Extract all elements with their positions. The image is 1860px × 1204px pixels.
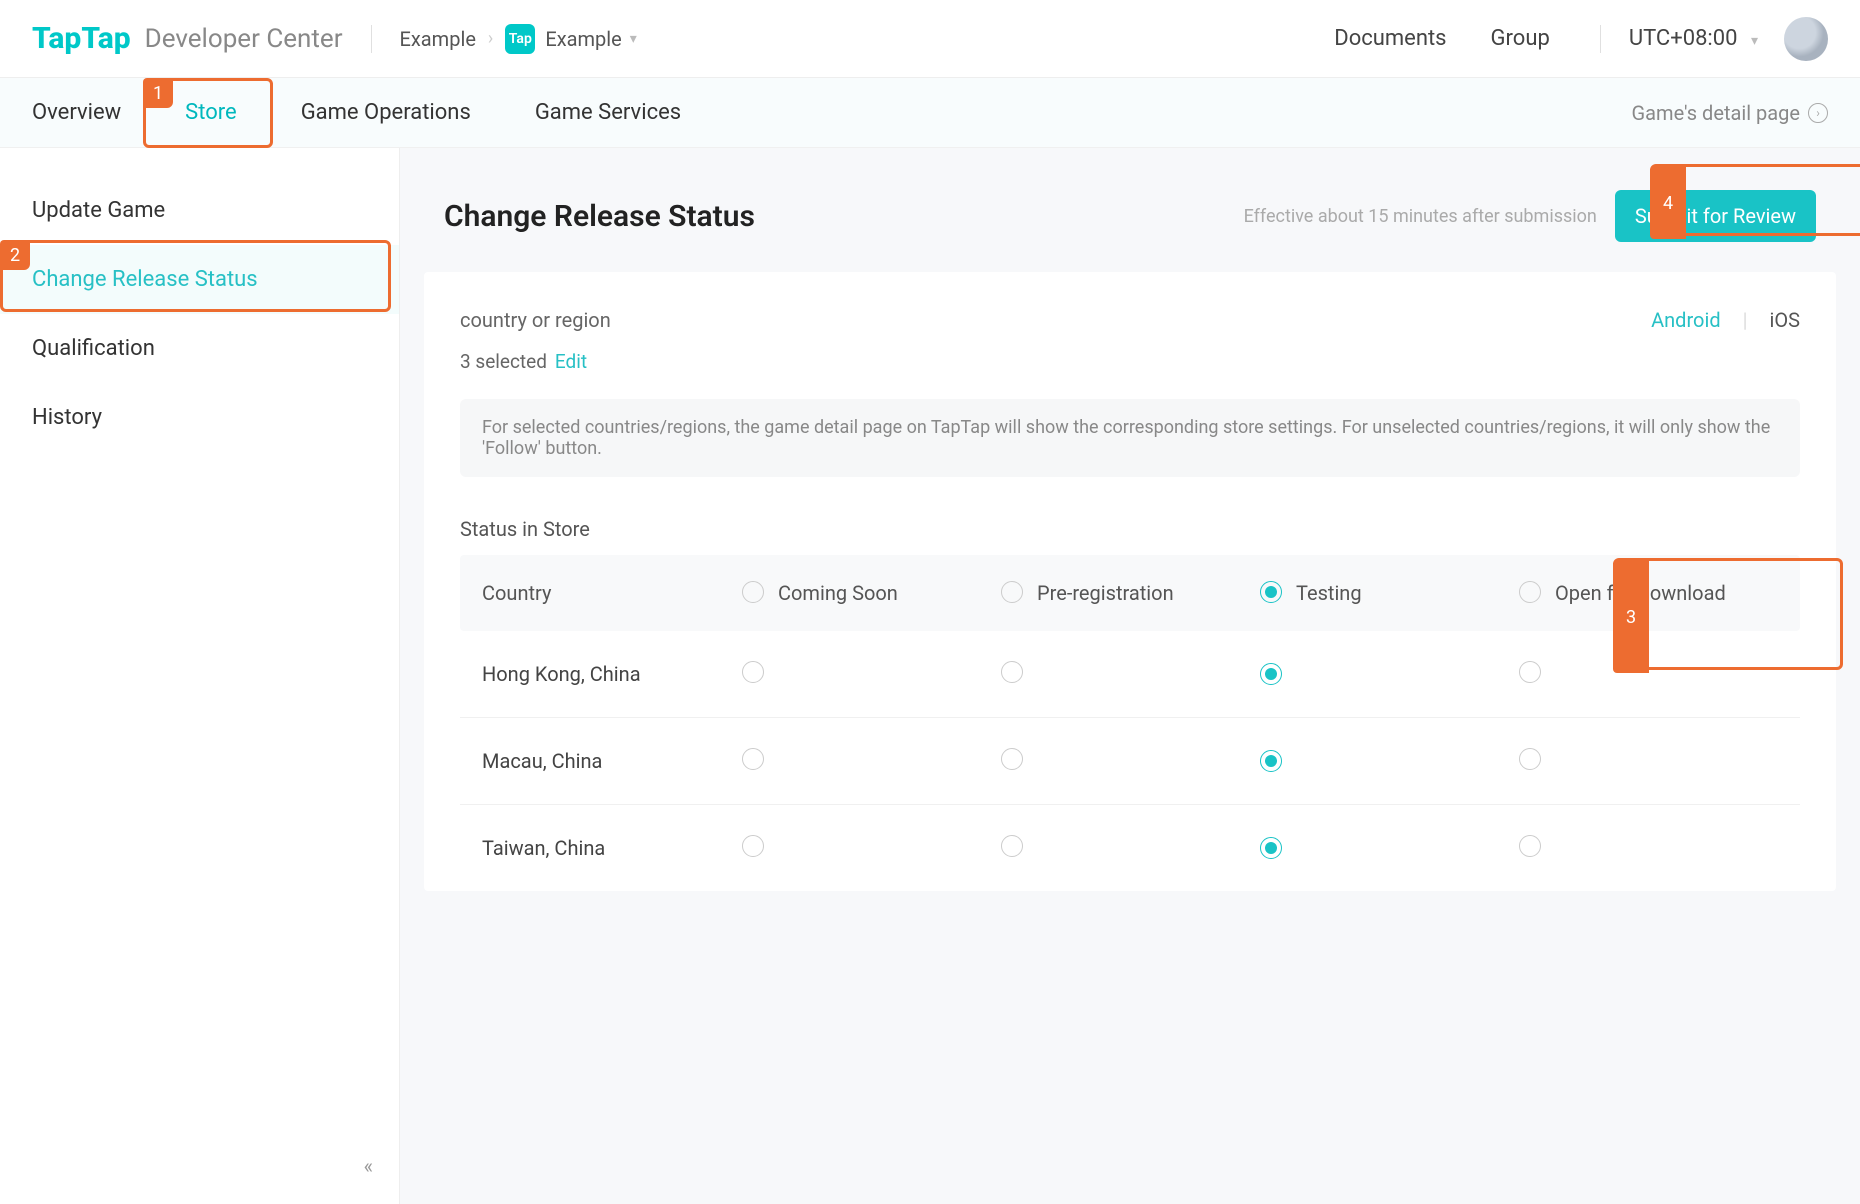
status-radio-cell[interactable] [1519, 661, 1778, 687]
tab-store[interactable]: Store [185, 100, 237, 125]
radio-icon [1519, 661, 1541, 683]
sidebar-item-qualification[interactable]: Qualification [0, 314, 399, 383]
nav-group[interactable]: Group [1491, 26, 1550, 51]
status-radio-cell[interactable] [1260, 663, 1519, 685]
radio-icon [1260, 750, 1282, 772]
status-radio-cell[interactable] [742, 748, 1001, 774]
game-detail-link-label: Game's detail page [1632, 101, 1800, 125]
radio-icon [742, 835, 764, 857]
divider [1600, 25, 1601, 53]
caret-down-icon: ▾ [1751, 33, 1758, 49]
breadcrumb-app[interactable]: Example [545, 27, 621, 51]
sidebar-item-update-game[interactable]: Update Game [0, 176, 399, 245]
platform-tab-ios[interactable]: iOS [1770, 308, 1801, 332]
region-section: country or region 3 selected Edit Androi… [460, 308, 1800, 477]
radio-icon [1260, 663, 1282, 685]
tab-game-services[interactable]: Game Services [535, 100, 681, 125]
sidebar: Update Game Change Release Status Qualif… [0, 148, 400, 1204]
status-radio-cell[interactable] [742, 661, 1001, 687]
radio-icon [1260, 581, 1282, 603]
page-title: Change Release Status [444, 199, 755, 234]
table-row: Taiwan, China [460, 805, 1800, 891]
country-cell: Taiwan, China [482, 836, 742, 860]
header-title: Developer Center [145, 24, 343, 54]
collapse-sidebar-icon[interactable]: « [364, 1154, 373, 1178]
selected-count: 3 selected [460, 350, 547, 373]
table-row: Hong Kong, China [460, 631, 1800, 718]
region-label: country or region [460, 308, 1651, 332]
radio-icon [742, 581, 764, 603]
radio-icon [1001, 835, 1023, 857]
radio-icon [742, 661, 764, 683]
radio-icon [1260, 837, 1282, 859]
status-section: Status in Store Country Coming Soon Pre-… [460, 517, 1800, 891]
info-banner: For selected countries/regions, the game… [460, 399, 1800, 477]
platform-tab-android[interactable]: Android [1651, 308, 1721, 332]
divider [371, 25, 372, 53]
sidebar-item-change-release-status[interactable]: Change Release Status [0, 245, 399, 314]
breadcrumb-org[interactable]: Example [400, 27, 476, 51]
tab-game-operations[interactable]: Game Operations [301, 100, 471, 125]
app-badge: Tap [505, 24, 535, 54]
status-radio-cell[interactable] [1519, 835, 1778, 861]
col-open-for-download[interactable]: Open for Download [1519, 581, 1778, 605]
status-label: Status in Store [460, 517, 1800, 541]
game-detail-link[interactable]: Game's detail page › [1632, 101, 1828, 125]
platform-tabs: Android | iOS [1651, 308, 1800, 332]
status-radio-cell[interactable] [1519, 748, 1778, 774]
arrow-right-circle-icon: › [1808, 103, 1828, 123]
status-radio-cell[interactable] [1001, 748, 1260, 774]
radio-icon [742, 748, 764, 770]
main: Change Release Status Effective about 15… [400, 148, 1860, 1204]
status-radio-cell[interactable] [1260, 750, 1519, 772]
caret-down-icon[interactable]: ▾ [630, 31, 637, 47]
country-cell: Macau, China [482, 749, 742, 773]
col-testing[interactable]: Testing [1260, 581, 1519, 605]
submit-for-review-button[interactable]: Submit for Review [1615, 190, 1816, 242]
col-coming-soon[interactable]: Coming Soon [742, 581, 1001, 605]
country-cell: Hong Kong, China [482, 662, 742, 686]
radio-icon [1001, 581, 1023, 603]
status-radio-cell[interactable] [1001, 835, 1260, 861]
header: TapTap Developer Center Example › Tap Ex… [0, 0, 1860, 78]
chevron-right-icon: › [488, 28, 493, 49]
edit-regions-link[interactable]: Edit [555, 350, 587, 373]
timezone-select[interactable]: UTC+08:00 ▾ [1629, 26, 1758, 51]
effective-note: Effective about 15 minutes after submiss… [1244, 206, 1597, 227]
status-radio-cell[interactable] [1001, 661, 1260, 687]
radio-icon [1001, 748, 1023, 770]
col-country: Country [482, 581, 742, 605]
col-pre-registration[interactable]: Pre-registration [1001, 581, 1260, 605]
radio-icon [1519, 748, 1541, 770]
status-radio-cell[interactable] [742, 835, 1001, 861]
logo[interactable]: TapTap [32, 21, 131, 56]
avatar[interactable] [1784, 17, 1828, 61]
card: country or region 3 selected Edit Androi… [424, 272, 1836, 891]
radio-icon [1001, 661, 1023, 683]
radio-icon [1519, 835, 1541, 857]
nav-documents[interactable]: Documents [1334, 26, 1446, 51]
status-grid-header: Country Coming Soon Pre-registration Tes… [460, 555, 1800, 631]
table-row: Macau, China [460, 718, 1800, 805]
tab-overview[interactable]: Overview [32, 100, 121, 125]
tab-bar: Overview Store Game Operations Game Serv… [0, 78, 1860, 148]
radio-icon [1519, 581, 1541, 603]
divider: | [1743, 308, 1748, 332]
sidebar-item-history[interactable]: History [0, 383, 399, 452]
status-radio-cell[interactable] [1260, 837, 1519, 859]
